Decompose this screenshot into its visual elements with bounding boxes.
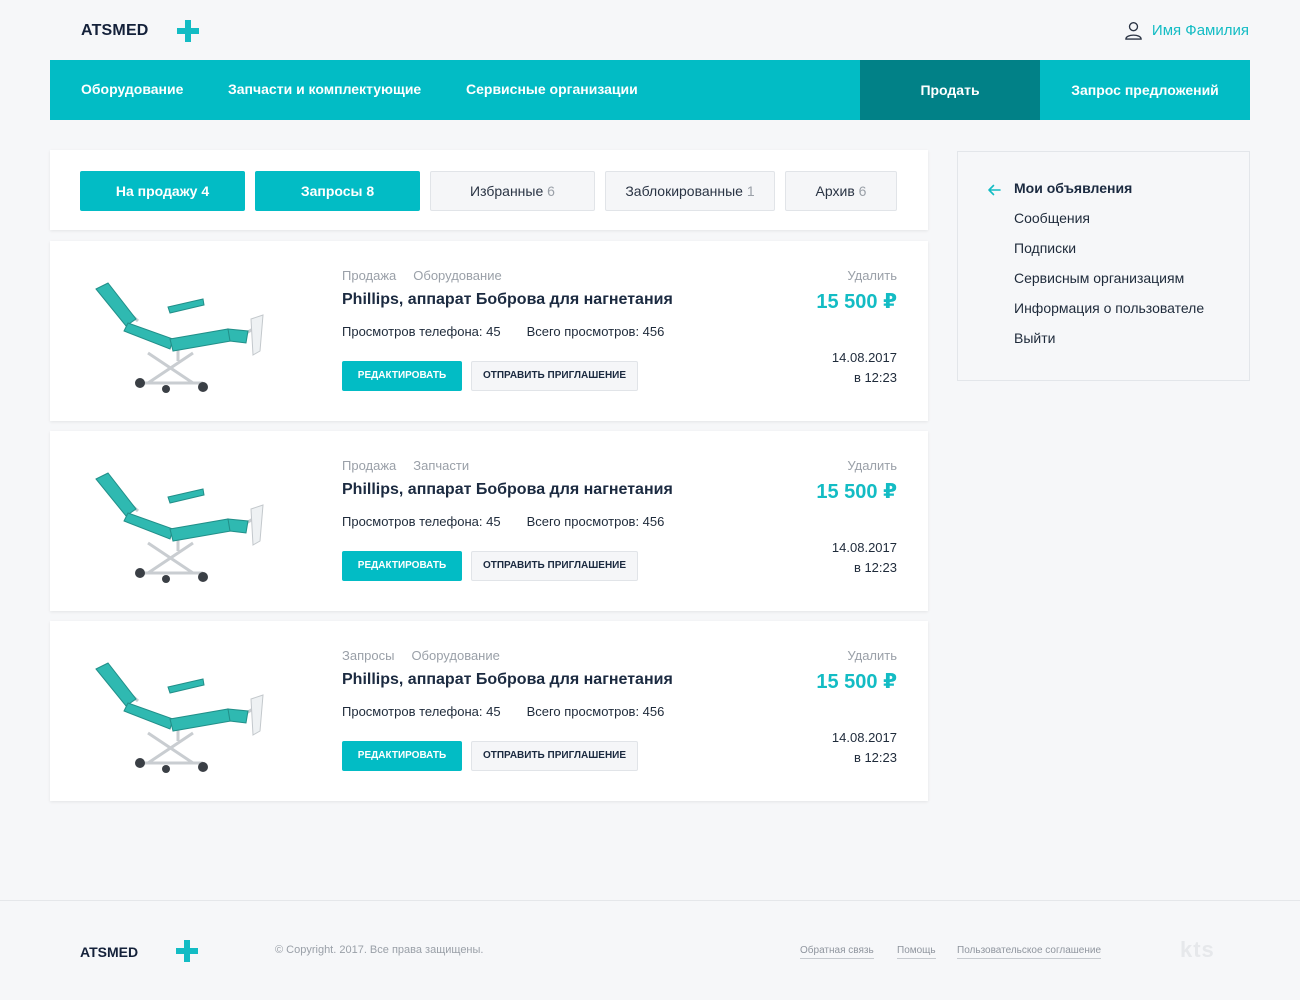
edit-button[interactable]: РЕДАКТИРОВАТЬ xyxy=(342,361,462,391)
plus-cross-logo-icon xyxy=(177,20,199,42)
total-views: Всего просмотров: 456 xyxy=(526,324,665,339)
sidebar-item-my-listings[interactable]: Мои объявления xyxy=(1014,180,1132,196)
listing-views: Просмотров телефона: 45 Всего просмотров:… xyxy=(342,514,664,529)
footer-link-feedback[interactable]: Обратная связь xyxy=(800,945,874,959)
listing-price: 15 500 ₽ xyxy=(816,291,897,313)
sidebar-item-user-info[interactable]: Информация о пользователе xyxy=(1014,300,1204,316)
tab-requests[interactable]: Запросы 8 xyxy=(255,171,420,211)
listing-datetime: 14.08.2017 в 12:23 xyxy=(832,728,897,768)
listing-title[interactable]: Phillips, аппарат Боброва для нагнетания xyxy=(342,291,673,309)
listing-meta: Продажа Оборудование xyxy=(342,268,502,283)
tab-label: Запросы xyxy=(300,183,363,199)
user-menu[interactable]: Имя Фамилия xyxy=(1124,21,1249,40)
listing-type: Продажа xyxy=(342,268,397,283)
total-views: Всего просмотров: 456 xyxy=(526,514,665,529)
listing-time: в 12:23 xyxy=(853,560,897,575)
header: ATSMED Имя Фамилия xyxy=(0,0,1300,60)
delete-link[interactable]: Удалить xyxy=(847,458,897,473)
footer-link-help[interactable]: Помощь xyxy=(897,945,936,959)
tab-count: 6 xyxy=(858,183,867,199)
sidebar-item-subscriptions[interactable]: Подписки xyxy=(1014,240,1076,256)
tab-archive[interactable]: Архив 6 xyxy=(785,171,897,211)
edit-button[interactable]: РЕДАКТИРОВАТЬ xyxy=(342,741,462,771)
tab-blocked[interactable]: Заблокированные 1 xyxy=(605,171,775,211)
listing-card: Продажа Запчасти Phillips, аппарат Бобров… xyxy=(50,431,928,611)
tab-count: 4 xyxy=(201,183,210,199)
footer: ATSMED © Copyright. 2017. Все права защи… xyxy=(0,900,1300,1000)
listing-category: Оборудование xyxy=(413,268,502,283)
tab-label: Избранные xyxy=(470,183,544,199)
listing-views: Просмотров телефона: 45 Всего просмотров:… xyxy=(342,704,664,719)
listing-datetime: 14.08.2017 в 12:23 xyxy=(832,348,897,388)
sidebar-item-messages[interactable]: Сообщения xyxy=(1014,210,1090,226)
sidebar-item-service-orgs[interactable]: Сервисным организациям xyxy=(1014,270,1184,286)
listing-card: Запросы Оборудование Phillips, аппарат Бо… xyxy=(50,621,928,801)
listing-card: Продажа Оборудование Phillips, аппарат Бо… xyxy=(50,241,928,421)
edit-button[interactable]: РЕДАКТИРОВАТЬ xyxy=(342,551,462,581)
footer-logo-text[interactable]: ATSMED xyxy=(80,944,138,960)
listing-category: Оборудование xyxy=(411,648,500,663)
listing-type: Запросы xyxy=(342,648,395,663)
sidebar-item-logout[interactable]: Выйти xyxy=(1014,330,1055,346)
user-name[interactable]: Имя Фамилия xyxy=(1152,22,1249,39)
request-offers-button[interactable]: Запрос предложений xyxy=(1040,60,1250,120)
total-views: Всего просмотров: 456 xyxy=(526,704,665,719)
tab-label: Заблокированные xyxy=(625,183,743,199)
send-invitation-button[interactable]: ОТПРАВИТЬ ПРИГЛАШЕНИЕ xyxy=(471,361,638,391)
phone-views: Просмотров телефона: 45 xyxy=(342,324,501,339)
listing-date: 14.08.2017 xyxy=(831,730,897,745)
delete-link[interactable]: Удалить xyxy=(847,648,897,663)
listing-date: 14.08.2017 xyxy=(831,540,897,555)
listing-meta: Запросы Оборудование xyxy=(342,648,500,663)
user-icon xyxy=(1125,22,1142,40)
tab-label: Архив xyxy=(815,183,855,199)
nav-item-parts[interactable]: Запчасти и комплектующие xyxy=(228,60,421,120)
arrow-left-icon xyxy=(988,184,1001,196)
listing-meta: Продажа Запчасти xyxy=(342,458,469,473)
account-sidebar: Мои объявления Сообщения Подписки Сервис… xyxy=(957,151,1250,381)
footer-link-user-agreement[interactable]: Пользовательское соглашение xyxy=(957,945,1102,959)
dental-chair-image xyxy=(95,662,264,773)
listing-datetime: 14.08.2017 в 12:23 xyxy=(832,538,897,578)
send-invitation-button[interactable]: ОТПРАВИТЬ ПРИГЛАШЕНИЕ xyxy=(471,551,638,581)
kts-brand-logo[interactable]: kts xyxy=(1180,937,1215,963)
nav-item-service-orgs[interactable]: Сервисные организации xyxy=(466,60,638,120)
plus-cross-logo-icon xyxy=(176,940,198,962)
main-nav: Оборудование Запчасти и комплектующие Се… xyxy=(50,60,1250,120)
dental-chair-image xyxy=(95,472,264,583)
sell-button[interactable]: Продать xyxy=(860,60,1040,120)
listing-price: 15 500 ₽ xyxy=(816,671,897,693)
listing-views: Просмотров телефона: 45 Всего просмотров:… xyxy=(342,324,664,339)
copyright-text: © Copyright. 2017. Все права защищены. xyxy=(275,944,484,956)
dental-chair-image xyxy=(95,282,264,393)
listing-time: в 12:23 xyxy=(853,750,897,765)
send-invitation-button[interactable]: ОТПРАВИТЬ ПРИГЛАШЕНИЕ xyxy=(471,741,638,771)
phone-views: Просмотров телефона: 45 xyxy=(342,704,501,719)
phone-views: Просмотров телефона: 45 xyxy=(342,514,501,529)
delete-link[interactable]: Удалить xyxy=(847,268,897,283)
listing-date: 14.08.2017 xyxy=(831,350,897,365)
tab-favorites[interactable]: Избранные 6 xyxy=(430,171,595,211)
listing-type: Продажа xyxy=(342,458,397,473)
listing-title[interactable]: Phillips, аппарат Боброва для нагнетания xyxy=(342,481,673,499)
tab-count: 1 xyxy=(746,183,755,199)
listing-tabs: На продажу 4 Запросы 8 Избранные 6 Забло… xyxy=(50,150,928,230)
listing-category: Запчасти xyxy=(413,458,470,473)
listing-price: 15 500 ₽ xyxy=(816,481,897,503)
listing-time: в 12:23 xyxy=(853,370,897,385)
listing-title[interactable]: Phillips, аппарат Боброва для нагнетания xyxy=(342,671,673,689)
tab-count: 6 xyxy=(547,183,555,199)
logo-text[interactable]: ATSMED xyxy=(81,22,149,40)
tab-label: На продажу xyxy=(115,183,198,199)
nav-item-equipment[interactable]: Оборудование xyxy=(81,60,183,120)
tab-count: 8 xyxy=(366,183,375,199)
tab-for-sale[interactable]: На продажу 4 xyxy=(80,171,245,211)
